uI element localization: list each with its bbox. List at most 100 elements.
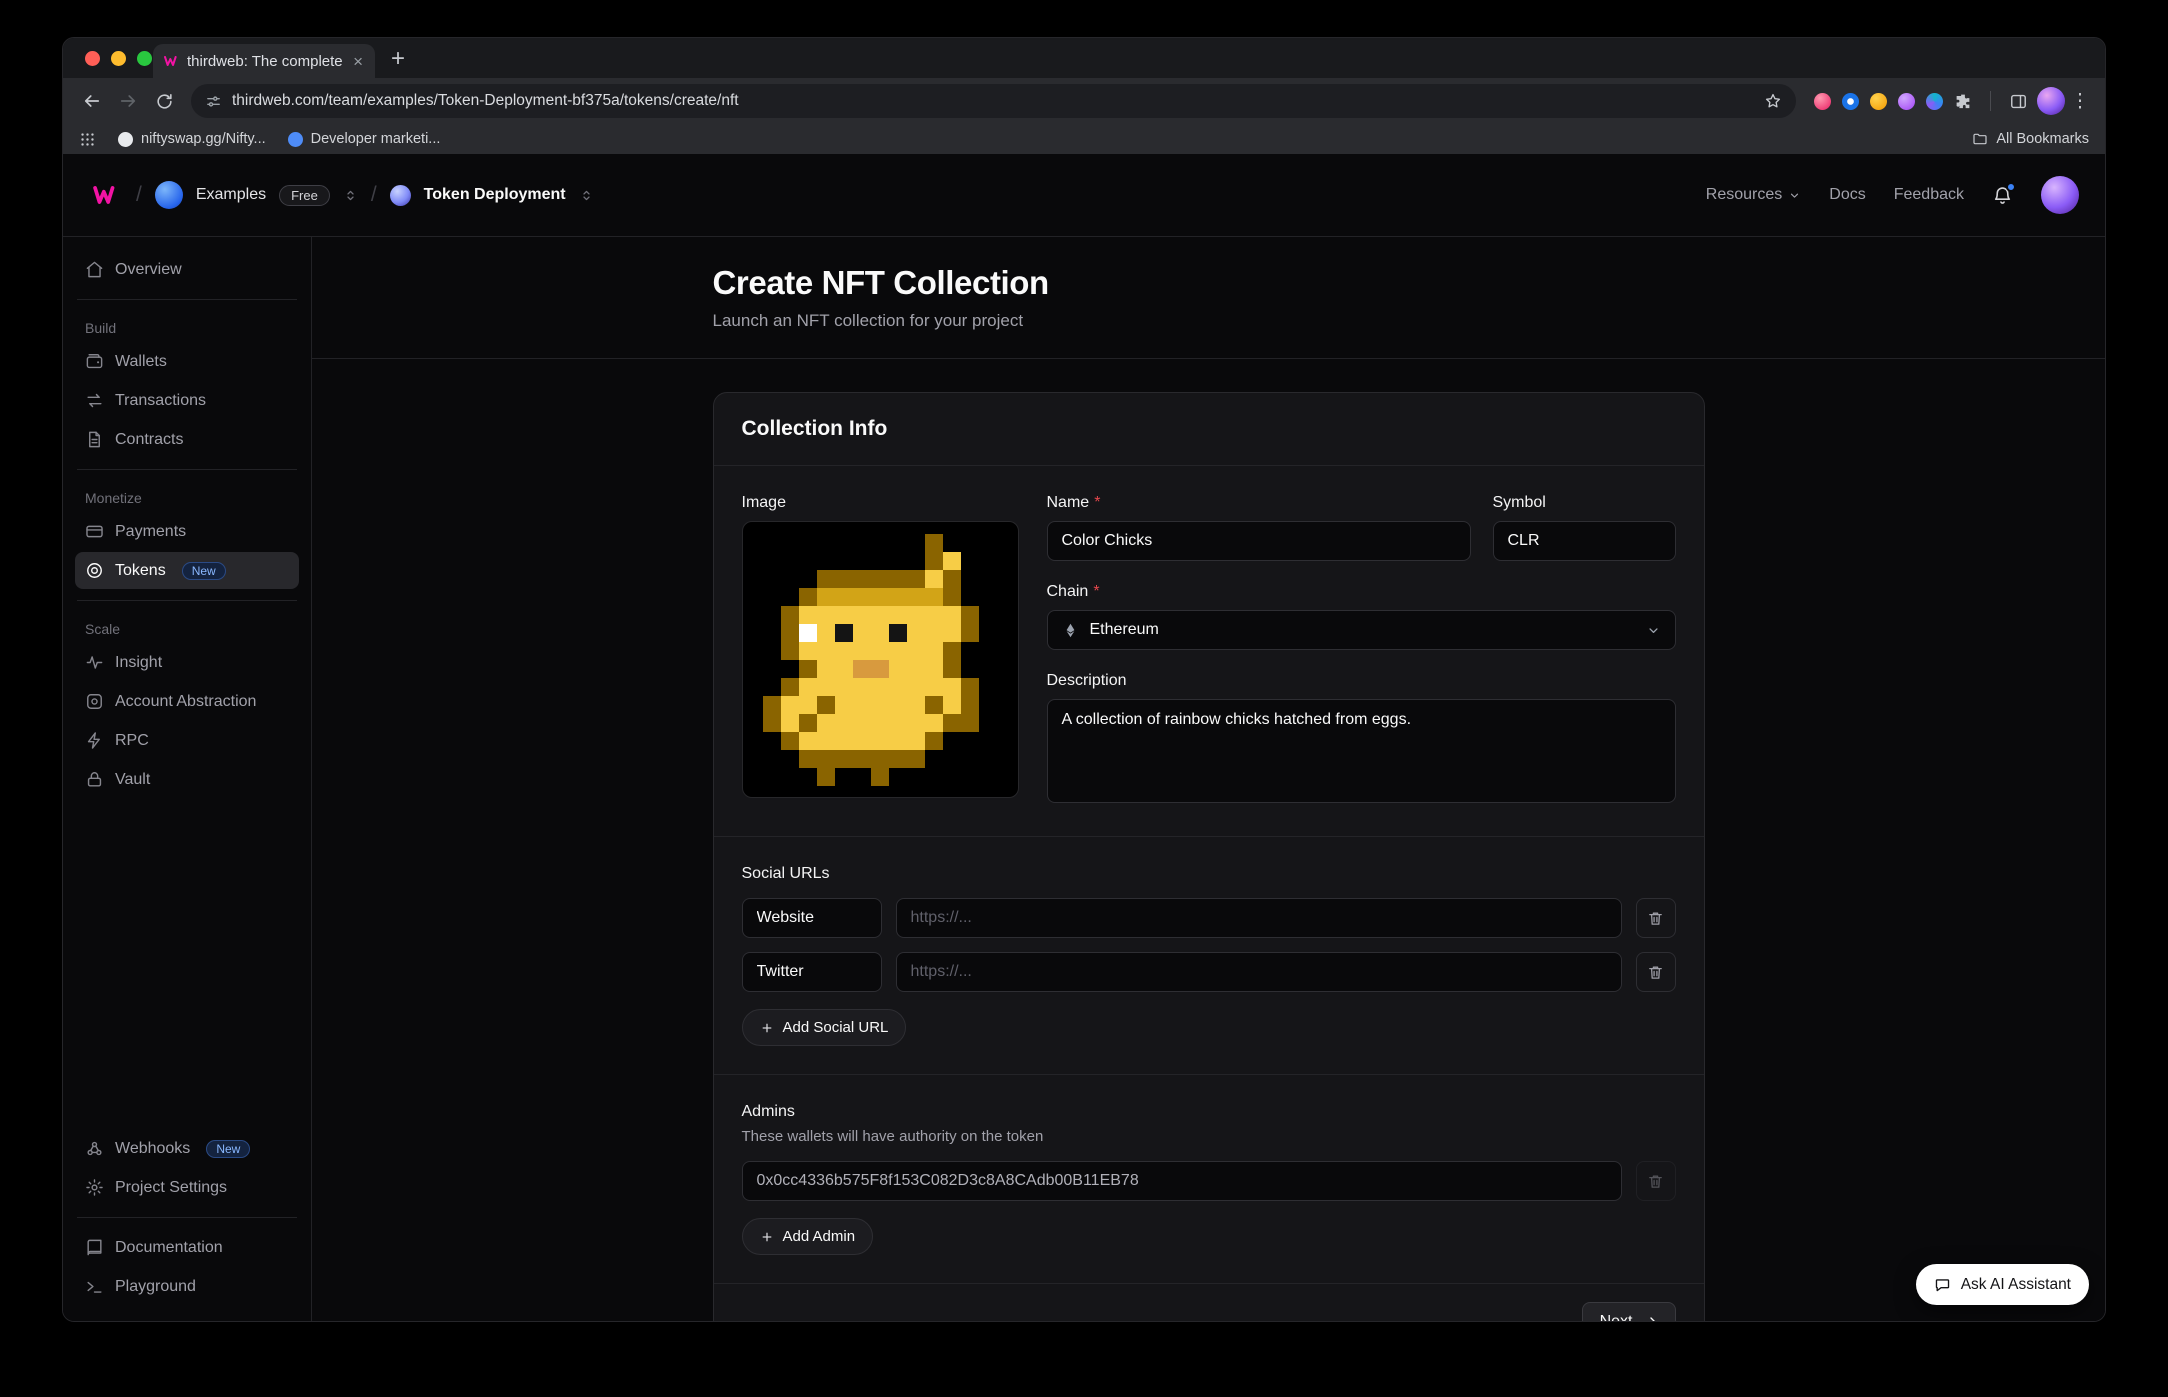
- sidebar-item-webhooks[interactable]: Webhooks New: [75, 1130, 299, 1167]
- browser-profile-avatar[interactable]: [2037, 87, 2065, 115]
- tab-close-icon[interactable]: ×: [351, 53, 365, 70]
- sidebar-item-insight[interactable]: Insight: [75, 644, 299, 681]
- sidebar-item-label: Insight: [115, 654, 162, 672]
- social-urls-section: Social URLs: [714, 836, 1704, 1074]
- social-url-input[interactable]: [896, 952, 1622, 992]
- project-avatar: [390, 185, 411, 206]
- delete-social-url-button[interactable]: [1636, 952, 1676, 992]
- forward-button[interactable]: [111, 84, 145, 118]
- admin-wallet-input[interactable]: [742, 1161, 1622, 1201]
- add-admin-button[interactable]: Add Admin: [742, 1218, 874, 1255]
- chain-value: Ethereum: [1090, 621, 1159, 639]
- extension-icon-purple[interactable]: [1898, 93, 1915, 110]
- extension-icon-blue[interactable]: [1842, 93, 1859, 110]
- bookmark-item[interactable]: Developer marketi...: [288, 131, 441, 147]
- sidebar-item-wallets[interactable]: Wallets: [75, 343, 299, 380]
- name-input[interactable]: [1047, 521, 1471, 561]
- payments-icon: [85, 522, 104, 541]
- new-tab-button[interactable]: +: [383, 44, 413, 74]
- site-settings-icon[interactable]: [205, 93, 222, 110]
- resources-label: Resources: [1706, 186, 1782, 204]
- sidebar-item-playground[interactable]: Playground: [75, 1268, 299, 1305]
- social-platform-input[interactable]: [742, 952, 882, 992]
- apps-grid-icon[interactable]: [79, 131, 96, 148]
- close-window-button[interactable]: [85, 51, 100, 66]
- ask-ai-assistant-label: Ask AI Assistant: [1961, 1276, 2071, 1294]
- sidebar-section-scale: Scale: [75, 612, 299, 642]
- docs-link[interactable]: Docs: [1829, 186, 1865, 204]
- browser-tab[interactable]: thirdweb: The complete web3... ×: [153, 44, 375, 78]
- sidebar-item-contracts[interactable]: Contracts: [75, 421, 299, 458]
- browser-menu-button[interactable]: ⋮: [2067, 90, 2093, 113]
- social-url-input[interactable]: [896, 898, 1622, 938]
- bookmark-item[interactable]: niftyswap.gg/Nifty...: [118, 131, 266, 147]
- team-name[interactable]: Examples: [196, 186, 266, 204]
- page-subtitle: Launch an NFT collection for your projec…: [713, 311, 1705, 331]
- back-button[interactable]: [75, 84, 109, 118]
- sidebar-item-label: Vault: [115, 771, 150, 789]
- app-header: / Examples Free / Token Deployment Resou…: [63, 154, 2105, 237]
- sidebar-item-transactions[interactable]: Transactions: [75, 382, 299, 419]
- sidebar-item-account-abstraction[interactable]: Account Abstraction: [75, 683, 299, 720]
- chat-icon: [1934, 1276, 1951, 1293]
- minimize-window-button[interactable]: [111, 51, 126, 66]
- toolbar-divider: [1990, 91, 1991, 111]
- symbol-input[interactable]: [1493, 521, 1676, 561]
- vault-lock-icon: [85, 770, 104, 789]
- team-switcher-icon[interactable]: [343, 188, 358, 203]
- chain-select[interactable]: Ethereum: [1047, 610, 1676, 650]
- add-social-url-button[interactable]: Add Social URL: [742, 1009, 907, 1046]
- required-asterisk: *: [1094, 494, 1100, 512]
- delete-admin-button[interactable]: [1636, 1161, 1676, 1201]
- name-label: Name: [1047, 494, 1090, 512]
- add-social-url-label: Add Social URL: [783, 1019, 889, 1036]
- account-avatar[interactable]: [2041, 176, 2079, 214]
- social-platform-input[interactable]: [742, 898, 882, 938]
- next-button[interactable]: Next: [1582, 1302, 1676, 1322]
- side-panel-button[interactable]: [2001, 84, 2035, 118]
- sidebar-item-documentation[interactable]: Documentation: [75, 1229, 299, 1266]
- reload-button[interactable]: [147, 84, 181, 118]
- collection-image-upload[interactable]: [742, 521, 1019, 798]
- breadcrumb: / Examples Free / Token Deployment: [89, 181, 594, 209]
- sidebar-item-payments[interactable]: Payments: [75, 513, 299, 550]
- sidebar: Overview Build Wallets Transactions Cont…: [63, 237, 312, 1321]
- extension-icon-teal[interactable]: [1926, 93, 1943, 110]
- ask-ai-assistant-button[interactable]: Ask AI Assistant: [1916, 1264, 2089, 1305]
- new-badge: New: [182, 562, 226, 580]
- address-bar[interactable]: thirdweb.com/team/examples/Token-Deploym…: [191, 84, 1796, 118]
- project-switcher-icon[interactable]: [579, 188, 594, 203]
- description-textarea[interactable]: A collection of rainbow chicks hatched f…: [1047, 699, 1676, 803]
- sidebar-item-project-settings[interactable]: Project Settings: [75, 1169, 299, 1206]
- thirdweb-logo[interactable]: [89, 183, 123, 207]
- project-name[interactable]: Token Deployment: [424, 186, 566, 204]
- extension-icons: [1806, 92, 1980, 110]
- admin-row: [742, 1161, 1676, 1201]
- sidebar-item-overview[interactable]: Overview: [75, 251, 299, 288]
- terminal-icon: [85, 1277, 104, 1296]
- extensions-puzzle-icon[interactable]: [1954, 92, 1972, 110]
- bookmark-star-icon[interactable]: [1764, 92, 1782, 110]
- sidebar-item-rpc[interactable]: RPC: [75, 722, 299, 759]
- delete-social-url-button[interactable]: [1636, 898, 1676, 938]
- collection-info-card: Collection Info Image: [713, 392, 1705, 1322]
- collection-image: [763, 534, 997, 786]
- maximize-window-button[interactable]: [137, 51, 152, 66]
- feedback-link[interactable]: Feedback: [1894, 186, 1964, 204]
- sidebar-item-label: RPC: [115, 732, 149, 750]
- team-avatar: [155, 181, 183, 209]
- extension-icon-pink[interactable]: [1814, 93, 1831, 110]
- sidebar-bottom: Webhooks New Project Settings Documentat…: [75, 1130, 299, 1305]
- insight-icon: [85, 653, 104, 672]
- page-header: Create NFT Collection Launch an NFT coll…: [312, 237, 2105, 359]
- tokens-icon: [85, 561, 104, 580]
- extension-icon-orange[interactable]: [1870, 93, 1887, 110]
- all-bookmarks-button[interactable]: All Bookmarks: [1972, 131, 2089, 147]
- rpc-icon: [85, 731, 104, 750]
- description-label: Description: [1047, 672, 1127, 690]
- sidebar-item-tokens[interactable]: Tokens New: [75, 552, 299, 589]
- sidebar-item-vault[interactable]: Vault: [75, 761, 299, 798]
- notifications-button[interactable]: [1992, 185, 2013, 206]
- resources-menu[interactable]: Resources: [1706, 186, 1801, 204]
- plus-icon: [760, 1230, 774, 1244]
